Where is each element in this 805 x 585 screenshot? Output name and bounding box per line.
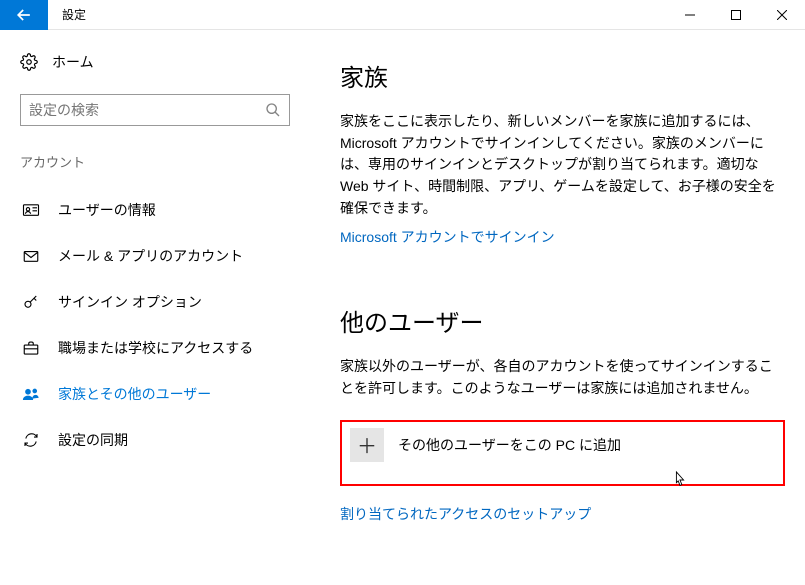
sidebar-item-label: 設定の同期 [58,430,128,450]
sidebar: ホーム アカウント ユーザーの情報 メール & アプリのアカウント サインイン … [0,30,310,585]
sidebar-item-work-school[interactable]: 職場または学校にアクセスする [20,325,290,371]
back-button[interactable] [0,0,48,30]
assigned-access-setup-link[interactable]: 割り当てられたアクセスのセットアップ [340,504,785,524]
maximize-icon [731,10,741,20]
other-users-description: 家族以外のユーザーが、各自のアカウントを使ってサインインすることを許可します。こ… [340,356,785,399]
window-title: 設定 [62,6,86,23]
search-icon [265,102,281,118]
close-icon [777,10,787,20]
search-input[interactable] [29,102,265,118]
sidebar-item-signin-options[interactable]: サインイン オプション [20,279,290,325]
sidebar-item-label: ユーザーの情報 [58,200,156,220]
minimize-button[interactable] [667,0,713,30]
gear-icon [20,53,38,71]
arrow-left-icon [14,5,34,25]
sync-icon [22,431,40,449]
sidebar-item-family-users[interactable]: 家族とその他のユーザー [20,371,290,417]
key-icon [22,293,40,311]
people-icon [22,385,40,403]
plus-icon: ＋ [350,428,384,462]
sidebar-item-user-info[interactable]: ユーザーの情報 [20,187,290,233]
other-users-heading: 他のユーザー [340,303,785,338]
sidebar-item-email-accounts[interactable]: メール & アプリのアカウント [20,233,290,279]
sidebar-item-label: メール & アプリのアカウント [58,246,243,266]
sidebar-item-label: 家族とその他のユーザー [58,384,211,404]
content-area: 家族 家族をここに表示したり、新しいメンバーを家族に追加するには、Microso… [310,30,805,585]
home-link[interactable]: ホーム [20,52,290,72]
add-other-user-highlight: ＋ その他のユーザーをこの PC に追加 [340,420,785,486]
mail-icon [22,247,40,265]
search-box[interactable] [20,94,290,126]
titlebar: 設定 [0,0,805,30]
sidebar-item-label: サインイン オプション [58,292,202,312]
add-other-user-button[interactable]: ＋ その他のユーザーをこの PC に追加 [350,428,775,462]
minimize-icon [685,10,695,20]
sidebar-item-label: 職場または学校にアクセスする [58,338,253,358]
sidebar-item-sync[interactable]: 設定の同期 [20,417,290,463]
ms-account-signin-link[interactable]: Microsoft アカウントでサインイン [340,227,785,247]
home-label: ホーム [52,52,94,72]
family-heading: 家族 [340,58,785,93]
window-controls [667,0,805,30]
user-card-icon [22,201,40,219]
briefcase-icon [22,339,40,357]
sidebar-section-label: アカウント [20,152,290,171]
maximize-button[interactable] [713,0,759,30]
family-description: 家族をここに表示したり、新しいメンバーを家族に追加するには、Microsoft … [340,111,785,219]
close-button[interactable] [759,0,805,30]
add-other-user-label: その他のユーザーをこの PC に追加 [398,435,621,455]
cursor-pointer-icon [671,470,689,490]
